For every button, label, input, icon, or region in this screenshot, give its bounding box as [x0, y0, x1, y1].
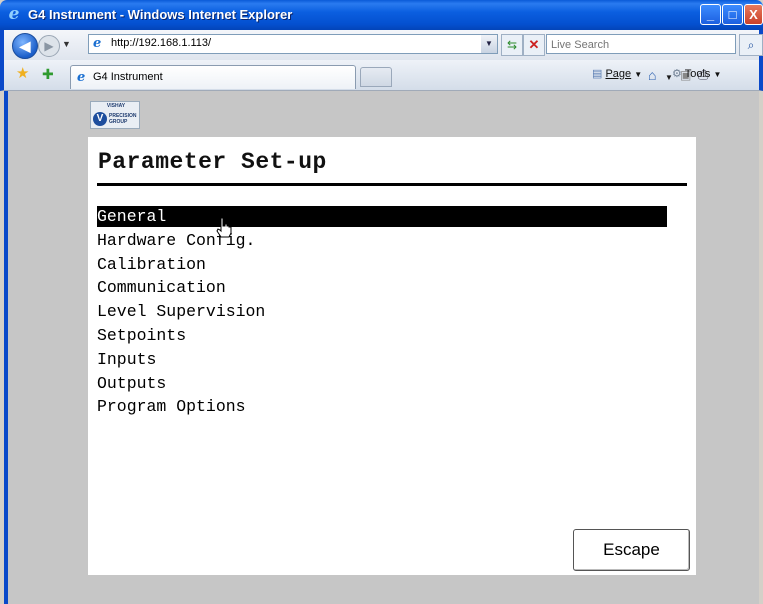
search-input[interactable]: [547, 36, 735, 54]
page-title: Parameter Set-up: [98, 149, 327, 175]
address-bar: ◀ ▶ ▼ e http://192.168.1.113/ ▼ ⇆ ✕ ⌕: [0, 30, 763, 60]
search-field[interactable]: [546, 34, 736, 54]
url-field[interactable]: e http://192.168.1.113/ ▼: [88, 34, 498, 54]
menu-item-general[interactable]: General: [97, 206, 667, 227]
minimize-button[interactable]: _: [700, 4, 721, 25]
favorites-star-icon[interactable]: ★: [16, 66, 29, 82]
window-title: G4 Instrument - Windows Internet Explore…: [28, 7, 293, 22]
new-tab-button[interactable]: [360, 67, 392, 87]
menu-item-outputs[interactable]: Outputs: [97, 373, 667, 397]
logo-top-text: VISHAY: [106, 103, 126, 109]
home-icon[interactable]: ⌂: [648, 68, 656, 82]
page-viewport: VISHAY V PRECISION GROUP Parameter Set-u…: [4, 91, 759, 604]
window-border: [4, 91, 8, 604]
tab-g4-instrument[interactable]: e G4 Instrument: [70, 65, 356, 89]
back-button[interactable]: ◀: [12, 33, 38, 59]
maximize-button[interactable]: □: [722, 4, 743, 25]
print-icon[interactable]: ⎙: [698, 68, 708, 82]
chevron-down-icon[interactable]: ▼: [481, 35, 497, 53]
ie-page-icon: e: [77, 70, 86, 85]
escape-button[interactable]: Escape: [573, 529, 690, 571]
menu-item-level-supervision[interactable]: Level Supervision: [97, 301, 667, 325]
ie-logo-icon: e: [8, 4, 20, 24]
tab-bar: ★ ✚ e G4 Instrument ⌂ ▼ ▣ ⎙: [0, 60, 763, 91]
menu-item-program-options[interactable]: Program Options: [97, 396, 667, 420]
feeds-icon[interactable]: ▣: [680, 68, 691, 82]
menu-item-calibration[interactable]: Calibration: [97, 254, 667, 278]
search-icon[interactable]: ⌕: [739, 34, 763, 56]
chevron-down-icon[interactable]: ▼: [665, 71, 673, 85]
logo-sub-text: PRECISION GROUP: [109, 113, 137, 125]
parameter-menu: General Hardware Config. Calibration Com…: [97, 206, 667, 420]
title-divider: [97, 183, 687, 186]
parameter-panel: Parameter Set-up General Hardware Config…: [88, 137, 696, 575]
forward-button[interactable]: ▶: [38, 35, 60, 57]
refresh-button[interactable]: ⇆: [501, 34, 523, 56]
url-text[interactable]: http://192.168.1.113/: [111, 37, 211, 49]
hand-cursor-icon: [216, 217, 232, 238]
recent-pages-dropdown-icon[interactable]: ▼: [62, 39, 71, 49]
add-favorites-icon[interactable]: ✚: [42, 66, 54, 82]
menu-item-inputs[interactable]: Inputs: [97, 349, 667, 373]
logo-mark-icon: V: [93, 112, 107, 126]
tab-label: G4 Instrument: [93, 71, 163, 83]
window-title-bar: e G4 Instrument - Windows Internet Explo…: [0, 0, 763, 30]
menu-item-hardware-config[interactable]: Hardware Config.: [97, 230, 667, 254]
menu-item-communication[interactable]: Communication: [97, 277, 667, 301]
vishay-logo: VISHAY V PRECISION GROUP: [90, 101, 140, 129]
stop-button[interactable]: ✕: [523, 34, 545, 56]
menu-item-setpoints[interactable]: Setpoints: [97, 325, 667, 349]
ie-page-icon: e: [93, 36, 102, 51]
close-button[interactable]: X: [744, 4, 763, 25]
